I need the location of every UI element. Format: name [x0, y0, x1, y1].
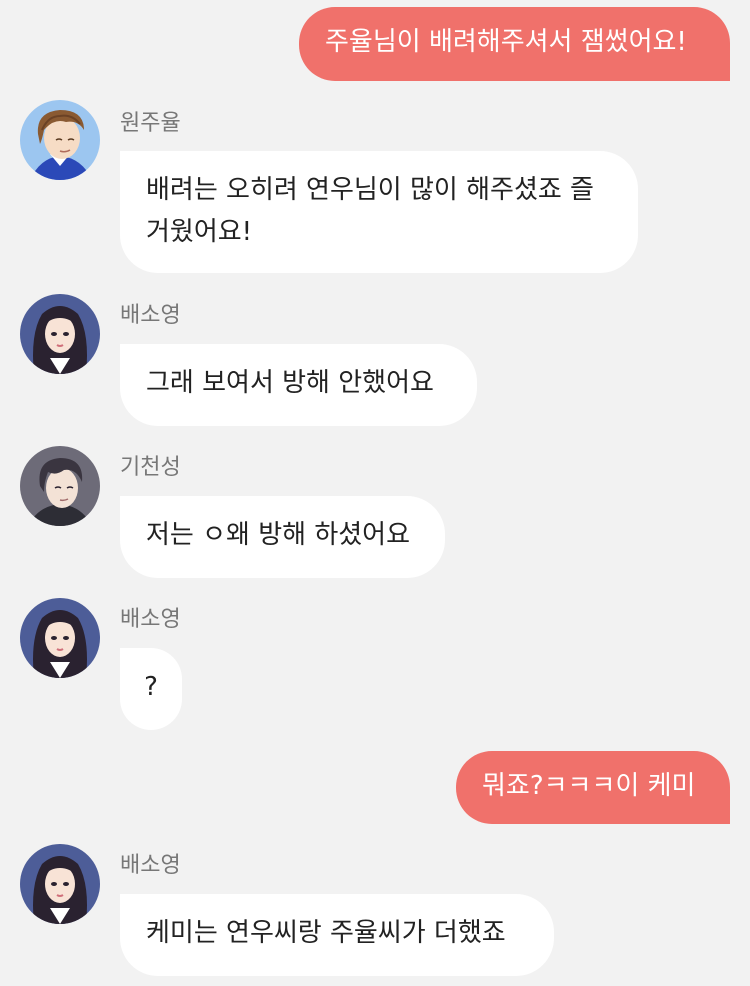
- incoming-message-bubble[interactable]: ?: [120, 648, 182, 730]
- sender-name: 배소영: [120, 303, 181, 328]
- incoming-message-bubble[interactable]: 그래 보여서 방해 안했어요: [120, 344, 477, 426]
- avatar[interactable]: [20, 294, 100, 374]
- avatar[interactable]: [20, 446, 100, 526]
- incoming-message-bubble[interactable]: 케미는 연우씨랑 주율씨가 더했죠: [120, 894, 554, 976]
- dark-hair-man-avatar-icon: [20, 446, 100, 526]
- avatar[interactable]: [20, 100, 100, 180]
- outgoing-message-bubble[interactable]: 주율님이 배려해주셔서 잼썼어요!: [299, 7, 730, 81]
- long-dark-hair-woman-avatar-icon: [20, 844, 100, 924]
- sender-name: 배소영: [120, 853, 181, 878]
- sender-name: 원주율: [120, 111, 181, 136]
- long-dark-hair-woman-avatar-icon: [20, 598, 100, 678]
- sender-name: 배소영: [120, 607, 181, 632]
- curly-brown-hair-man-avatar-icon: [20, 100, 100, 180]
- avatar[interactable]: [20, 598, 100, 678]
- sender-name: 기천성: [120, 455, 181, 480]
- incoming-message-bubble[interactable]: 배려는 오히려 연우님이 많이 해주셨죠 즐거웠어요!: [120, 151, 638, 273]
- incoming-message-bubble[interactable]: 저는 ㅇ왜 방해 하셨어요: [120, 496, 445, 578]
- outgoing-message-bubble[interactable]: 뭐죠?ㅋㅋㅋ이 케미: [456, 751, 730, 824]
- long-dark-hair-woman-avatar-icon: [20, 294, 100, 374]
- avatar[interactable]: [20, 844, 100, 924]
- chat-thread: 주율님이 배려해주셔서 잼썼어요! 원주율 배려는 오히려 연우님이 많이 해주…: [0, 0, 750, 986]
